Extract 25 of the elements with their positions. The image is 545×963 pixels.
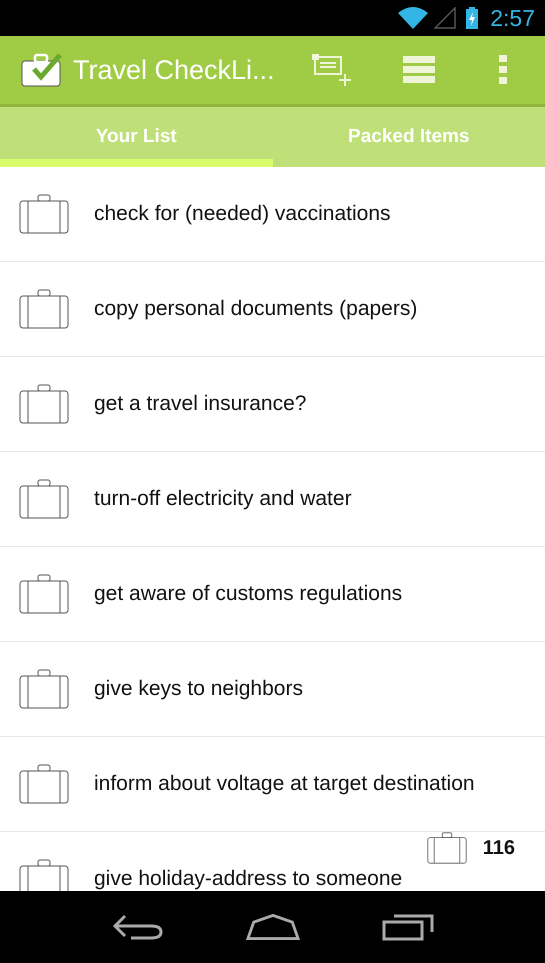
suitcase-icon bbox=[19, 289, 69, 329]
list-item[interactable]: copy personal documents (papers) bbox=[0, 262, 545, 357]
battery-icon bbox=[466, 7, 478, 29]
count-text: 116 bbox=[482, 836, 515, 860]
status-time: 2:57 bbox=[490, 4, 535, 32]
recent-apps-icon[interactable] bbox=[380, 912, 434, 942]
wifi-icon bbox=[398, 7, 428, 29]
suitcase-icon bbox=[19, 574, 69, 614]
home-icon[interactable] bbox=[246, 912, 300, 942]
suitcase-icon bbox=[19, 669, 69, 709]
suitcase-icon bbox=[19, 764, 69, 804]
list-item[interactable]: inform about voltage at target destination bbox=[0, 737, 545, 832]
suitcase-icon bbox=[426, 832, 467, 864]
back-icon[interactable] bbox=[110, 912, 164, 942]
signal-icon bbox=[434, 7, 456, 29]
suitcase-icon bbox=[19, 194, 69, 234]
app-title: Travel CheckLi... bbox=[73, 54, 275, 86]
list-item[interactable]: turn-off electricity and water bbox=[0, 452, 545, 547]
list-item[interactable]: give keys to neighbors bbox=[0, 642, 545, 737]
list-item[interactable]: check for (needed) vaccinations bbox=[0, 167, 545, 262]
suitcase-icon bbox=[19, 384, 69, 424]
suitcase-icon bbox=[19, 479, 69, 519]
suitcase-check-icon[interactable] bbox=[20, 53, 64, 87]
list-item[interactable]: get a travel insurance? bbox=[0, 357, 545, 452]
list-item[interactable]: get aware of customs regulations bbox=[0, 547, 545, 642]
